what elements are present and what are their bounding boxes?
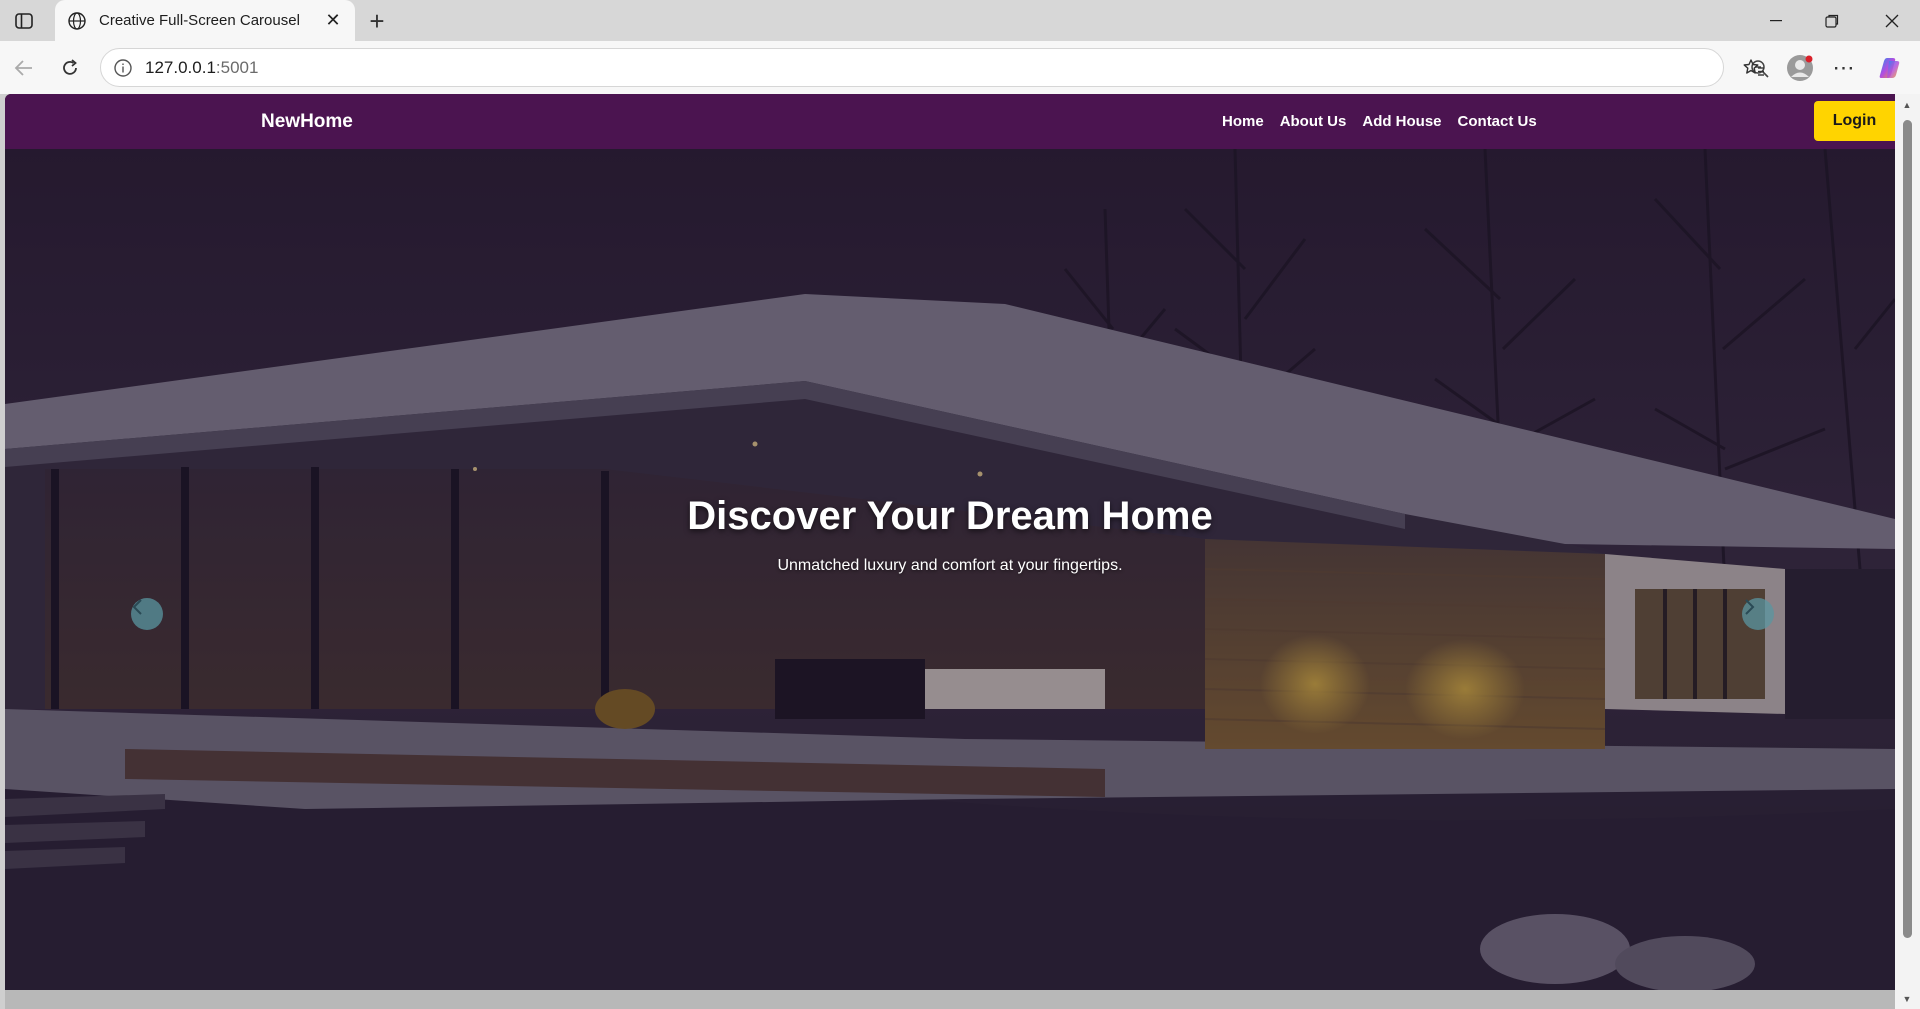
scroll-thumb[interactable] [1903,120,1912,938]
sidebar-icon[interactable] [12,9,36,33]
page-bottom-strip [5,990,1895,1009]
url-port: :5001 [215,57,259,77]
favorites-icon[interactable] [1740,54,1768,82]
plus-icon[interactable]: + [364,6,390,36]
close-icon[interactable]: ✕ [323,10,343,31]
hero-title: Discover Your Dream Home [687,494,1213,538]
more-icon[interactable]: ⋯ [1830,54,1858,82]
chevron-right-icon [1745,599,1755,615]
nav-link-about-us[interactable]: About Us [1280,113,1347,130]
minimize-icon[interactable] [1748,0,1804,41]
browser-toolbar: 127.0.0.1:5001 ⋯ [0,41,1920,94]
address-bar[interactable]: 127.0.0.1:5001 [100,48,1809,87]
brand-logo[interactable]: NewHome [261,94,353,149]
carousel-next-button[interactable] [1742,598,1774,630]
page-viewport: NewHome Home About Us Add House Contact … [5,94,1895,990]
scroll-down-icon[interactable]: ▼ [1901,994,1913,1004]
info-icon[interactable] [113,58,133,78]
site-navbar: NewHome Home About Us Add House Contact … [5,94,1895,149]
hero-carousel: Discover Your Dream Home Unmatched luxur… [5,149,1895,990]
profile-icon[interactable] [1786,54,1814,82]
reload-icon[interactable] [56,54,84,82]
nav-link-contact-us[interactable]: Contact Us [1458,113,1537,130]
tab-title: Creative Full-Screen Carousel [99,12,300,29]
login-button[interactable]: Login [1814,101,1895,141]
restore-icon[interactable] [1804,0,1860,41]
url-host: 127.0.0.1 [145,57,216,77]
window-close-icon[interactable] [1864,0,1920,41]
nav-link-home[interactable]: Home [1222,113,1264,130]
globe-icon [67,11,87,31]
carousel-prev-button[interactable] [131,598,163,630]
hero-subtitle: Unmatched luxury and comfort at your fin… [777,557,1123,574]
browser-tab-bar: Creative Full-Screen Carousel ✕ + [0,0,1920,41]
nav-link-add-house[interactable]: Add House [1362,113,1441,130]
vertical-scrollbar[interactable]: ▲ ▼ [1895,94,1920,1009]
arrow-left-icon[interactable] [10,54,38,82]
copilot-icon[interactable] [1876,54,1904,82]
scroll-up-icon[interactable]: ▲ [1901,100,1913,110]
chevron-left-icon [132,599,142,615]
browser-tab[interactable]: Creative Full-Screen Carousel ✕ [55,0,355,41]
nav-links: Home About Us Add House Contact Us [1222,94,1537,149]
url-text: 127.0.0.1:5001 [145,58,258,78]
